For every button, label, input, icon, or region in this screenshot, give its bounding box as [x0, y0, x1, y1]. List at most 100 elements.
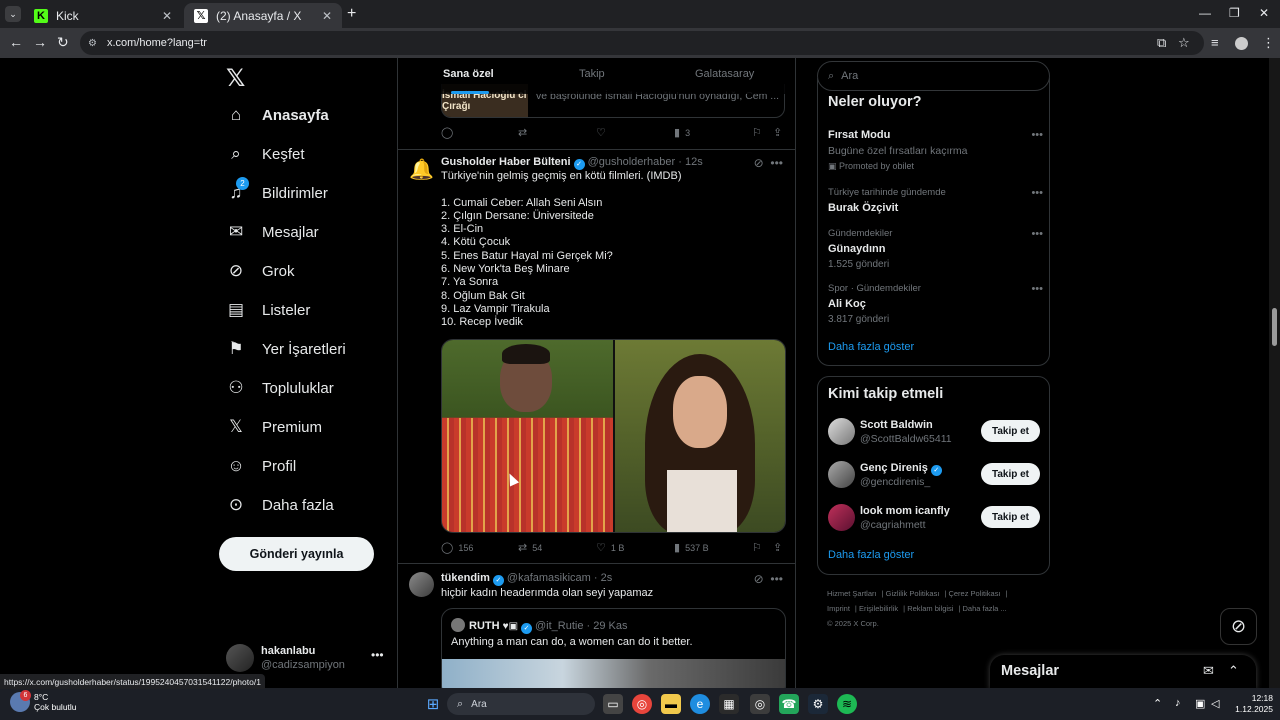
more-dots-icon[interactable]: •••	[770, 156, 783, 170]
trend-item[interactable]: Fırsat Modu Bugüne özel fırsatları kaçır…	[828, 129, 1043, 172]
follow-button[interactable]: Takip et	[981, 463, 1040, 485]
scrollbar-thumb[interactable]	[1272, 308, 1277, 346]
nav-item-communities[interactable]: ⚇ Topluluklar	[226, 378, 333, 398]
more-dots-icon[interactable]: •••	[1031, 129, 1043, 141]
more-dots-icon[interactable]: •••	[1031, 228, 1043, 240]
grok-explain-icon[interactable]: ⊘	[754, 572, 764, 586]
nav-item-explore[interactable]: ⌕ Keşfet	[226, 144, 304, 164]
reload-icon[interactable]: ↻	[57, 34, 69, 51]
post-time[interactable]: · 2s	[594, 572, 612, 584]
forward-arrow-icon[interactable]: →	[33, 34, 47, 50]
more-dots-icon[interactable]: •••	[371, 648, 384, 662]
nav-item-notifications[interactable]: ♫ 2 Bildirimler	[226, 177, 328, 203]
chrome-menu-icon[interactable]: ⋮	[1262, 35, 1275, 51]
address-bar[interactable]: ⚙ x.com/home?lang=tr	[80, 31, 1204, 55]
task-view-icon[interactable]: ▭	[603, 694, 623, 714]
show-more-trends-link[interactable]: Daha fazla göster	[828, 341, 914, 353]
media-photo-1[interactable]	[442, 340, 613, 532]
bookmark-button[interactable]: ⚐	[752, 541, 767, 554]
new-tab-plus-icon[interactable]: +	[347, 5, 356, 23]
taskbar-clock[interactable]: 12:18 1.12.2025	[1227, 693, 1273, 715]
follow-suggestion[interactable]: Scott Baldwin @ScottBaldw65411 Takip et	[828, 418, 1040, 448]
nav-item-bookmarks[interactable]: ⚑ Yer İşaretleri	[226, 339, 345, 359]
nav-item-premium[interactable]: 𝕏 Premium	[226, 417, 322, 437]
show-more-follow-link[interactable]: Daha fazla göster	[828, 549, 914, 561]
views-button[interactable]: ▮ 537 B	[674, 541, 709, 554]
nav-item-profile[interactable]: ☺ Profil	[226, 456, 296, 476]
like-button[interactable]: ♡ 1 B	[596, 541, 624, 554]
follow-button[interactable]: Takip et	[981, 506, 1040, 528]
new-message-icon[interactable]: ✉	[1203, 663, 1214, 679]
grok-floating-button[interactable]: ⊘	[1220, 608, 1257, 645]
windows-start-icon[interactable]: ⊞	[423, 694, 443, 714]
footer-link[interactable]: Reklam bilgisi	[907, 604, 953, 613]
quoted-post[interactable]: RUTH ♥▣ ✓ @it_Rutie · 29 Kas Anything a ma…	[441, 608, 786, 688]
nav-item-grok[interactable]: ⊘ Grok	[226, 261, 295, 281]
bookmark-button[interactable]: ⚐	[752, 126, 767, 139]
repost-button[interactable]: ⇄	[518, 126, 532, 139]
page-scrollbar[interactable]	[1269, 58, 1280, 688]
grok-explain-icon[interactable]: ⊘	[754, 156, 764, 170]
follow-suggestion[interactable]: Genç Direniş ✓ @gencdirenis_ Takip et	[828, 461, 1040, 491]
post-media[interactable]	[441, 339, 786, 533]
tab-following[interactable]: Takip	[579, 68, 605, 80]
views-button[interactable]: ▮ 3	[674, 126, 690, 139]
close-tab-icon[interactable]: ✕	[322, 9, 332, 23]
bookmark-star-icon[interactable]: ☆	[1178, 35, 1190, 51]
user-handle[interactable]: @gusholderhaber	[588, 156, 676, 168]
media-photo-2[interactable]	[615, 340, 785, 532]
avatar[interactable]	[409, 572, 434, 597]
footer-link[interactable]: Erişilebilirlik	[859, 604, 898, 613]
network-icon[interactable]: ▣	[1195, 697, 1205, 710]
trend-item[interactable]: Gündemdekiler Günaydınn 1.525 gönderi ••…	[828, 228, 1043, 270]
reply-button[interactable]: ◯ 156	[441, 541, 473, 554]
back-arrow-icon[interactable]: ←	[9, 34, 23, 50]
more-dots-icon[interactable]: •••	[770, 572, 783, 586]
spotify-icon[interactable]: ≋	[837, 694, 857, 714]
window-close-icon[interactable]: ✕	[1259, 6, 1269, 20]
footer-link[interactable]: Gizlilik Politikası	[886, 589, 940, 598]
footer-link[interactable]: Daha fazla ...	[963, 604, 1007, 613]
expand-chevron-icon[interactable]: ⌃	[1228, 663, 1239, 679]
store-icon[interactable]: ▦	[719, 694, 739, 714]
nav-item-more[interactable]: ⊙ Daha fazla	[226, 495, 334, 515]
nav-item-lists[interactable]: ▤ Listeler	[226, 300, 310, 320]
tab-x-home[interactable]: 𝕏 (2) Anasayfa / X ✕	[184, 3, 342, 28]
media-control-icon[interactable]: ≡	[1211, 35, 1219, 50]
x-logo-icon[interactable]: 𝕏	[226, 64, 245, 93]
share-button[interactable]: ⇪	[773, 541, 787, 554]
footer-link[interactable]: Çerez Politikası	[948, 589, 1000, 598]
nav-item-home[interactable]: ⌂ Anasayfa	[226, 105, 329, 125]
tray-chevron-icon[interactable]: ⌃	[1153, 697, 1162, 710]
profile-avatar-icon[interactable]	[1235, 37, 1248, 50]
share-button[interactable]: ⇪	[773, 126, 787, 139]
display-name[interactable]: Gusholder Haber Bülteni	[441, 156, 571, 168]
site-info-icon[interactable]: ⚙	[88, 38, 97, 49]
close-tab-icon[interactable]: ✕	[162, 9, 172, 23]
chrome-icon[interactable]: ◎	[632, 694, 652, 714]
tab-for-you[interactable]: Sana özel	[443, 68, 494, 80]
trend-item[interactable]: Spor · Gündemdekiler Ali Koç 3.817 gönde…	[828, 283, 1043, 325]
user-handle[interactable]: @kafamasikicam	[507, 572, 591, 584]
cast-icon[interactable]: ⧉	[1157, 35, 1166, 51]
more-dots-icon[interactable]: •••	[1031, 283, 1043, 295]
trend-item[interactable]: Türkiye tarihinde gündemde Burak Özçivit…	[828, 187, 1043, 214]
tab-galatasaray[interactable]: Galatasaray	[695, 68, 754, 80]
more-dots-icon[interactable]: •••	[1031, 187, 1043, 199]
quoted-media[interactable]	[442, 659, 785, 688]
footer-link[interactable]: Hizmet Şartları	[827, 589, 877, 598]
minimize-icon[interactable]: —	[1199, 6, 1211, 20]
post-button[interactable]: Gönderi yayınla	[219, 537, 374, 571]
display-name[interactable]: tükendim	[441, 572, 490, 584]
edge-icon[interactable]: e	[690, 694, 710, 714]
microphone-icon[interactable]: ♪	[1175, 697, 1181, 709]
repost-button[interactable]: ⇄ 54	[518, 541, 542, 554]
file-explorer-icon[interactable]: ▬	[661, 694, 681, 714]
messages-drawer[interactable]: Mesajlar ✉ ⌃	[990, 655, 1256, 688]
like-button[interactable]: ♡	[596, 126, 611, 139]
follow-suggestion[interactable]: look mom icanfly @cagriahmett Takip et	[828, 504, 1040, 534]
tab-kick[interactable]: K Kick ✕	[24, 3, 182, 28]
taskbar-search[interactable]: ⌕ Ara	[447, 693, 595, 715]
account-switcher[interactable]: hakanlabu @cadizsampiyon •••	[226, 642, 386, 674]
volume-icon[interactable]: ◁	[1211, 697, 1219, 710]
